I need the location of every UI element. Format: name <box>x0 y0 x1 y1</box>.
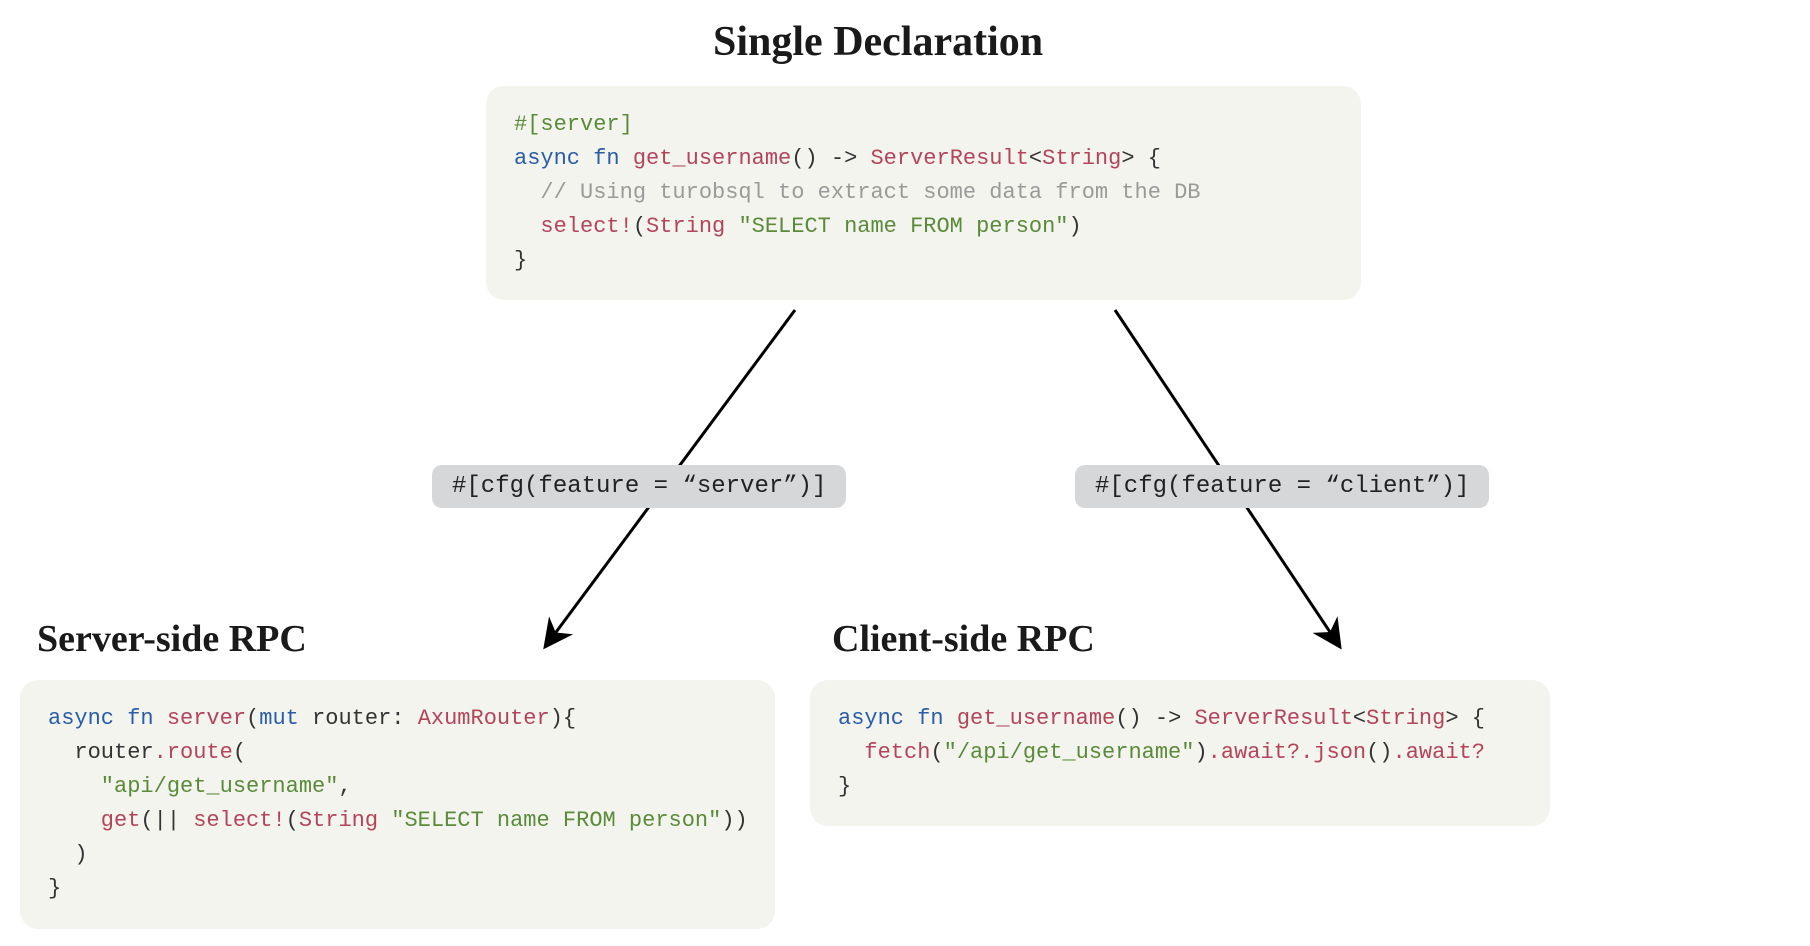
code-token: ) <box>1069 214 1082 239</box>
code-token: ) <box>48 842 88 867</box>
code-token: // Using turobsql to extract some data f… <box>514 180 1201 205</box>
code-token: String <box>1042 146 1121 171</box>
code-token: ){ <box>550 706 576 731</box>
code-token: (|| <box>140 808 193 833</box>
code-token: select! <box>514 214 633 239</box>
code-token: } <box>514 248 527 273</box>
code-token: async fn <box>48 706 154 731</box>
code-token: ServerResult <box>870 146 1028 171</box>
code-token: ( <box>633 214 646 239</box>
code-token: "SELECT name FROM person" <box>378 808 721 833</box>
cfg-label-client: #[cfg(feature = “client”)] <box>1075 465 1489 508</box>
code-token: > { <box>1121 146 1161 171</box>
code-token: () -> <box>791 146 870 171</box>
code-token: < <box>1029 146 1042 171</box>
code-token: server <box>154 706 246 731</box>
code-token: ( <box>286 808 299 833</box>
code-token: String <box>299 808 378 833</box>
top-code-block: #[server] async fn get_username() -> Ser… <box>486 86 1361 300</box>
code-token: .route <box>154 740 233 765</box>
diagram-title: Single Declaration <box>713 18 1043 66</box>
code-token: get_username <box>944 706 1116 731</box>
code-token: async fn <box>514 146 620 171</box>
code-token: #[server] <box>514 112 633 137</box>
code-token: select! <box>193 808 285 833</box>
code-token: ServerResult <box>1194 706 1352 731</box>
code-token: .await? <box>1393 740 1485 765</box>
code-token: "SELECT name FROM person" <box>725 214 1068 239</box>
code-token: : <box>391 706 417 731</box>
right-code-block: async fn get_username() -> ServerResult<… <box>810 680 1550 826</box>
code-token: fetch <box>838 740 930 765</box>
code-token: AxumRouter <box>418 706 550 731</box>
code-token: router <box>48 740 154 765</box>
code-token: () -> <box>1115 706 1194 731</box>
code-token: } <box>48 876 61 901</box>
left-title: Server-side RPC <box>37 617 307 661</box>
right-title: Client-side RPC <box>832 617 1095 661</box>
code-token: ( <box>233 740 246 765</box>
code-token: mut <box>259 706 299 731</box>
code-token: .await?.json <box>1208 740 1366 765</box>
code-token: ( <box>930 740 943 765</box>
code-token: "/api/get_username" <box>944 740 1195 765</box>
code-token: ( <box>246 706 259 731</box>
code-token: get <box>48 808 140 833</box>
code-token: () <box>1366 740 1392 765</box>
code-token: > { <box>1445 706 1485 731</box>
code-token: ) <box>1194 740 1207 765</box>
code-token: , <box>338 774 351 799</box>
code-token: } <box>838 774 851 799</box>
code-token: "api/get_username" <box>48 774 338 799</box>
cfg-label-server: #[cfg(feature = “server”)] <box>432 465 846 508</box>
code-token: String <box>1366 706 1445 731</box>
code-token: router <box>299 706 391 731</box>
code-token: < <box>1353 706 1366 731</box>
left-code-block: async fn server(mut router: AxumRouter){… <box>20 680 775 929</box>
code-token: get_username <box>620 146 792 171</box>
code-token: async fn <box>838 706 944 731</box>
code-token: String <box>646 214 725 239</box>
code-token: )) <box>721 808 747 833</box>
